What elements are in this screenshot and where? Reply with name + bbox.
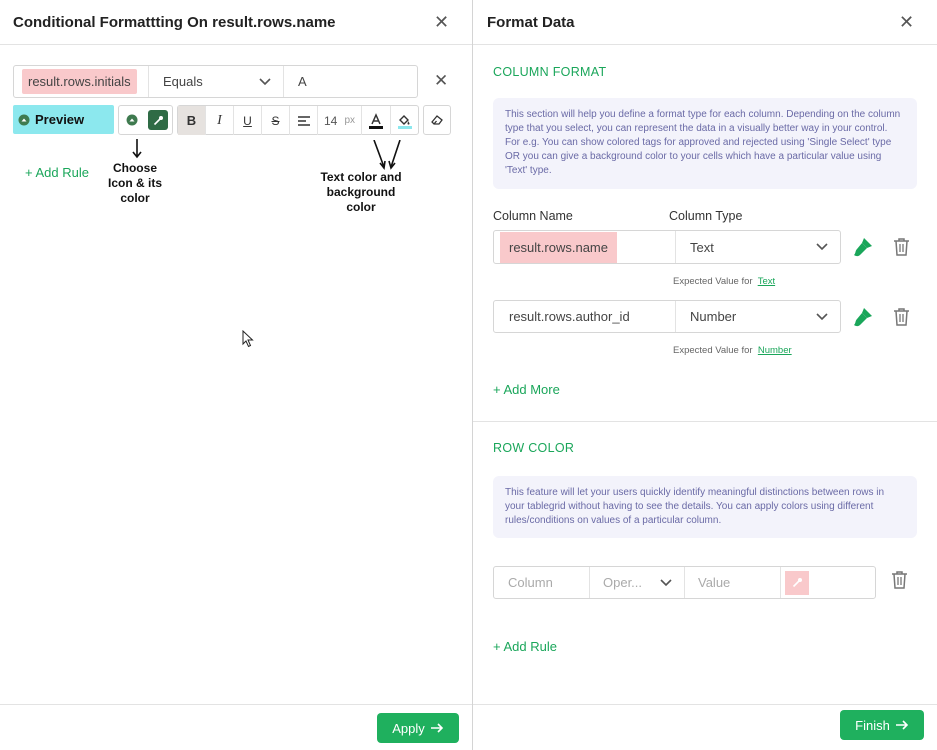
column-type-select[interactable]: Text <box>676 231 840 263</box>
paint-brush-icon <box>854 238 872 257</box>
expected-value-hint: Expected Value for Number <box>673 345 792 356</box>
delete-column-button[interactable] <box>893 237 910 256</box>
column-name-input[interactable]: result.rows.author_id <box>494 301 676 332</box>
column-name-header: Column Name <box>493 209 573 223</box>
finish-label: Finish <box>855 717 890 733</box>
operator-select[interactable]: Equals <box>149 66 284 97</box>
close-icon[interactable]: ✕ <box>899 13 914 31</box>
italic-button[interactable]: I <box>206 106 234 135</box>
row-color-operator-select[interactable]: Oper... <box>590 567 685 598</box>
background-color-button[interactable] <box>391 106 418 135</box>
format-brush-button[interactable] <box>852 236 874 258</box>
condition-value-input[interactable]: A <box>284 66 417 97</box>
column-format-title: COLUMN FORMAT <box>493 65 607 79</box>
strikethrough-button[interactable]: S <box>262 106 290 135</box>
add-rule-link[interactable]: + Add Rule <box>493 639 557 654</box>
trash-icon <box>894 308 909 326</box>
panel-title: Format Data <box>487 14 575 31</box>
annotation-arrows <box>370 140 404 170</box>
conditional-formatting-panel: Conditional Formattting On result.rows.n… <box>0 0 472 750</box>
text-format-toolbar: B I U S 14 px <box>177 105 419 135</box>
column-name-value: result.rows.author_id <box>509 309 630 324</box>
column-row: result.rows.author_id Number <box>493 300 841 333</box>
annotation-arrow-down <box>130 139 144 159</box>
row-color-info: This feature will let your users quickly… <box>493 476 917 538</box>
column-type-value: Text <box>690 239 714 255</box>
font-size-value: 14 <box>324 113 338 128</box>
apply-button[interactable]: Apply <box>377 713 459 743</box>
condition-value: A <box>298 74 307 89</box>
panel-title: Conditional Formattting On result.rows.n… <box>13 14 336 31</box>
chevron-down-icon <box>660 578 672 586</box>
bold-button[interactable]: B <box>178 106 206 135</box>
column-name-input[interactable]: result.rows.name <box>494 231 676 263</box>
caret-up-circle-icon <box>18 114 30 125</box>
row-color-picker[interactable] <box>781 567 875 598</box>
row-color-title: ROW COLOR <box>493 441 575 455</box>
clear-format-button[interactable] <box>423 105 451 135</box>
chevron-down-icon <box>816 312 828 320</box>
column-placeholder: Column <box>508 575 553 590</box>
column-format-info: This section will help you define a form… <box>493 98 917 189</box>
mouse-cursor-icon <box>242 330 254 348</box>
format-brush-button[interactable] <box>852 306 874 328</box>
delete-column-button[interactable] <box>893 307 910 326</box>
caret-up-circle-icon <box>126 114 138 126</box>
add-more-link[interactable]: + Add More <box>493 382 560 397</box>
apply-label: Apply <box>392 720 425 736</box>
row-color-value-input[interactable]: Value <box>685 567 781 598</box>
eraser-icon <box>431 115 443 125</box>
annotation-text-color: Text color and background color <box>320 170 402 214</box>
align-button[interactable] <box>290 106 318 135</box>
underline-button[interactable]: U <box>234 106 262 135</box>
column-name-value: result.rows.name <box>500 231 617 263</box>
operator-placeholder: Oper... <box>603 575 643 590</box>
finish-button[interactable]: Finish <box>840 710 924 740</box>
column-row: result.rows.name Text <box>493 230 841 264</box>
eyedropper-icon <box>792 578 802 588</box>
column-type-select[interactable]: Number <box>676 301 840 332</box>
hint-prefix: Expected Value for <box>673 345 753 356</box>
condition-column-field[interactable]: result.rows.initials <box>14 66 149 97</box>
chevron-down-icon <box>259 77 271 85</box>
operator-value: Equals <box>163 74 203 89</box>
delete-rule-button[interactable] <box>891 570 908 589</box>
annotation-choose-icon: Choose Icon & its color <box>107 161 162 205</box>
trash-icon <box>892 571 907 589</box>
arrow-right-icon <box>895 720 908 730</box>
row-color-rule: Column Oper... Value <box>493 566 876 599</box>
eyedropper-icon <box>153 115 163 125</box>
color-swatch[interactable] <box>785 570 809 595</box>
icon-color-button[interactable] <box>148 110 169 130</box>
text-color-icon <box>369 112 383 129</box>
font-size-input[interactable]: 14 px <box>318 106 362 135</box>
font-size-unit: px <box>344 115 355 126</box>
expected-value-link[interactable]: Text <box>758 276 775 287</box>
arrow-right-icon <box>430 723 443 733</box>
hint-prefix: Expected Value for <box>673 276 753 287</box>
format-data-panel: Format Data ✕ COLUMN FORMAT This section… <box>473 0 937 750</box>
condition-column-value: result.rows.initials <box>22 69 137 94</box>
column-type-header: Column Type <box>669 209 743 223</box>
icon-picker-group <box>118 105 173 135</box>
paint-bucket-icon <box>397 114 412 129</box>
align-left-icon <box>297 115 310 126</box>
icon-select-button[interactable] <box>123 111 141 129</box>
close-icon[interactable]: ✕ <box>434 13 449 31</box>
condition-row: result.rows.initials Equals A <box>13 65 418 98</box>
column-type-value: Number <box>690 309 737 324</box>
remove-condition-icon[interactable]: ✕ <box>434 72 448 90</box>
preview-box: Preview <box>13 105 114 134</box>
chevron-down-icon <box>816 243 828 251</box>
row-color-column-input[interactable]: Column <box>494 567 590 598</box>
paint-brush-icon <box>854 308 872 327</box>
expected-value-hint: Expected Value for Text <box>673 276 775 287</box>
trash-icon <box>894 238 909 256</box>
expected-value-link[interactable]: Number <box>758 345 792 356</box>
value-placeholder: Value <box>698 575 731 590</box>
add-rule-link[interactable]: + Add Rule <box>25 165 89 180</box>
text-color-button[interactable] <box>362 106 391 135</box>
preview-label: Preview <box>35 112 85 127</box>
